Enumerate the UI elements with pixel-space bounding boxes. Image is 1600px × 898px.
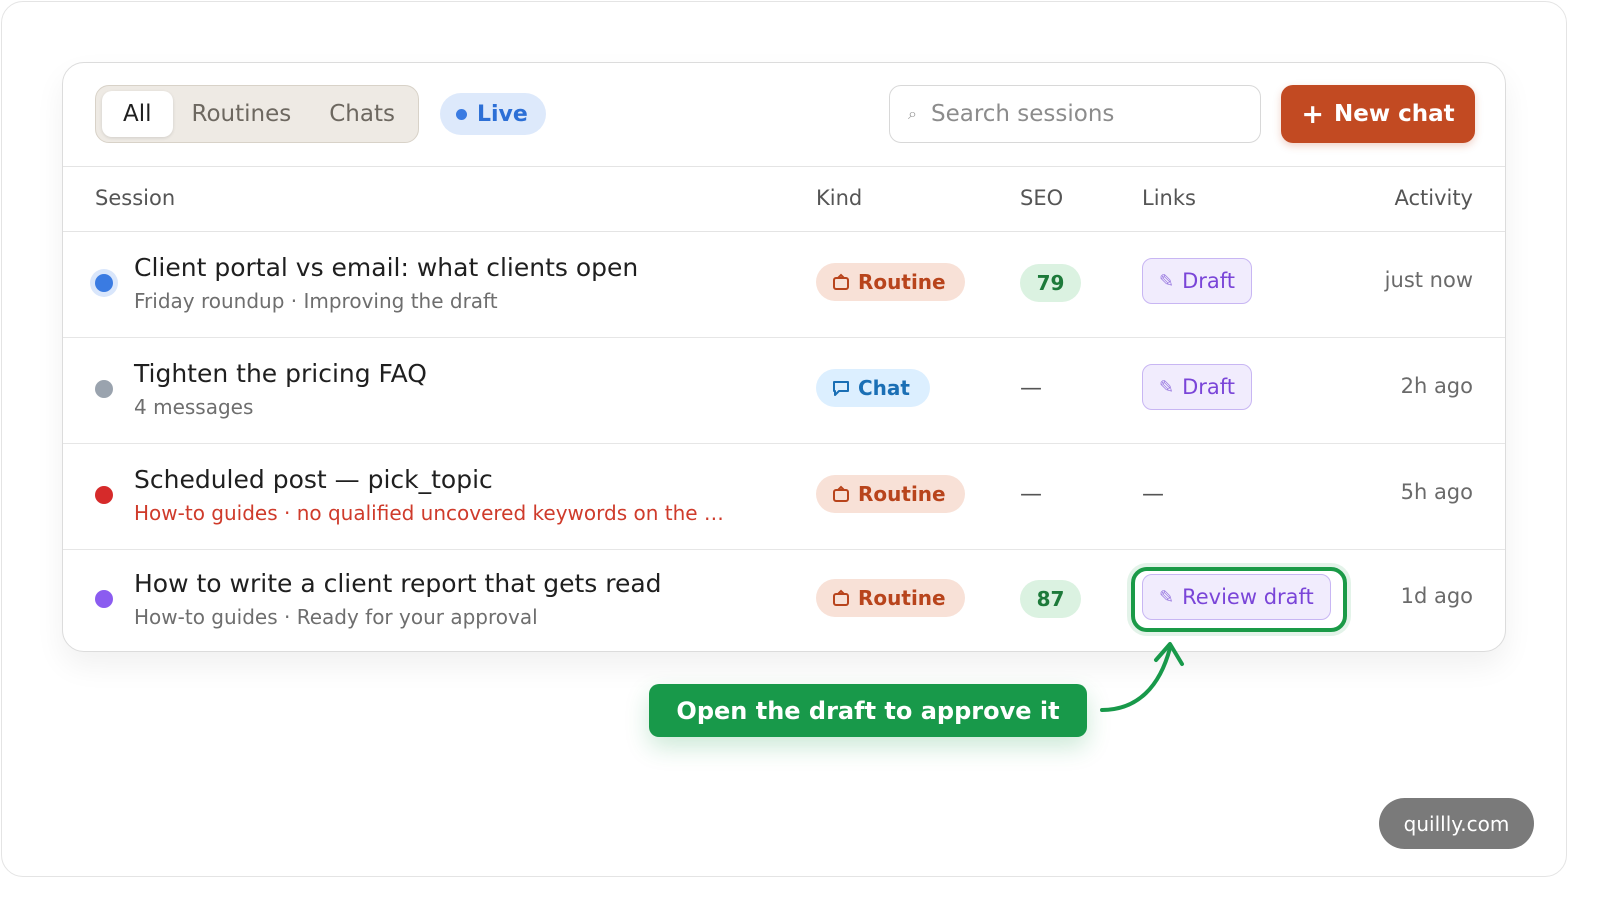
column-header-kind[interactable]: Kind bbox=[816, 186, 862, 210]
status-dot bbox=[95, 590, 113, 608]
callout-arrow-icon bbox=[1100, 642, 1184, 712]
routine-icon bbox=[833, 589, 849, 606]
chat-bubble-icon bbox=[833, 381, 849, 396]
activity-time: just now bbox=[1384, 268, 1473, 292]
session-subtitle: 4 messages bbox=[134, 395, 254, 419]
pencil-icon: ✎ bbox=[1159, 376, 1175, 398]
pencil-icon: ✎ bbox=[1159, 270, 1175, 292]
activity-time: 5h ago bbox=[1400, 480, 1473, 504]
kind-label: Routine bbox=[858, 482, 946, 506]
session-subtitle: Friday roundup · Improving the draft bbox=[134, 289, 498, 313]
routine-icon bbox=[833, 273, 849, 290]
seo-score-badge: 79 bbox=[1020, 264, 1081, 302]
session-title: Tighten the pricing FAQ bbox=[134, 359, 427, 388]
search-icon: ⌕ bbox=[908, 104, 917, 123]
table-row[interactable]: How to write a client report that gets r… bbox=[63, 548, 1505, 651]
kind-badge: Routine bbox=[816, 579, 965, 617]
session-title: Client portal vs email: what clients ope… bbox=[134, 253, 639, 282]
filter-segmented-control: All Routines Chats bbox=[95, 85, 419, 143]
link-label: Draft bbox=[1182, 269, 1236, 293]
column-header-links[interactable]: Links bbox=[1142, 186, 1196, 210]
column-header-activity[interactable]: Activity bbox=[1394, 186, 1473, 210]
status-dot bbox=[95, 274, 113, 292]
live-dot-icon bbox=[456, 108, 467, 120]
kind-badge: Routine bbox=[816, 475, 965, 513]
kind-label: Routine bbox=[858, 586, 946, 610]
link-label: Review draft bbox=[1182, 585, 1314, 609]
table-header: Session Kind SEO Links Activity bbox=[63, 167, 1505, 232]
toolbar: All Routines Chats Live ⌕ + New chat bbox=[63, 63, 1505, 167]
filter-tab-all[interactable]: All bbox=[102, 91, 173, 137]
seo-score-empty: — bbox=[1020, 482, 1042, 507]
watermark: quillly.com bbox=[1379, 798, 1534, 849]
table-row[interactable]: Tighten the pricing FAQ 4 messages Chat … bbox=[63, 338, 1505, 444]
status-dot bbox=[95, 380, 113, 398]
filter-tab-routines[interactable]: Routines bbox=[173, 91, 311, 137]
column-header-session[interactable]: Session bbox=[95, 186, 175, 210]
link-empty: — bbox=[1142, 482, 1164, 507]
kind-label: Routine bbox=[858, 270, 946, 294]
session-title: How to write a client report that gets r… bbox=[134, 569, 662, 598]
plus-icon: + bbox=[1301, 98, 1324, 130]
live-toggle[interactable]: Live bbox=[440, 93, 546, 135]
new-chat-label: New chat bbox=[1333, 101, 1455, 127]
session-error-subtitle: How-to guides · no qualified uncovered k… bbox=[134, 501, 724, 525]
sessions-panel: All Routines Chats Live ⌕ + New chat Ses… bbox=[62, 62, 1506, 652]
kind-badge: Routine bbox=[816, 263, 965, 301]
pencil-icon: ✎ bbox=[1159, 586, 1175, 608]
seo-score-empty: — bbox=[1020, 376, 1042, 401]
session-subtitle: How-to guides · Ready for your approval bbox=[134, 605, 538, 629]
new-chat-button[interactable]: + New chat bbox=[1281, 85, 1475, 143]
review-draft-link[interactable]: ✎ Review draft bbox=[1142, 574, 1331, 620]
session-title: Scheduled post — pick_topic bbox=[134, 465, 493, 494]
activity-time: 2h ago bbox=[1400, 374, 1473, 398]
search-input[interactable] bbox=[930, 101, 1231, 127]
table-row[interactable]: Scheduled post — pick_topic How-to guide… bbox=[63, 444, 1505, 550]
seo-score-badge: 87 bbox=[1020, 580, 1081, 618]
activity-time: 1d ago bbox=[1400, 584, 1473, 608]
filter-tab-chats[interactable]: Chats bbox=[310, 91, 414, 137]
draft-link[interactable]: ✎ Draft bbox=[1142, 258, 1253, 304]
table-row[interactable]: Client portal vs email: what clients ope… bbox=[63, 232, 1505, 338]
kind-badge: Chat bbox=[816, 369, 930, 407]
link-label: Draft bbox=[1182, 375, 1236, 399]
draft-link[interactable]: ✎ Draft bbox=[1142, 364, 1253, 410]
callout-tooltip: Open the draft to approve it bbox=[649, 684, 1087, 737]
status-dot bbox=[95, 486, 113, 504]
column-header-seo[interactable]: SEO bbox=[1020, 186, 1063, 210]
live-label: Live bbox=[477, 101, 528, 127]
search-box[interactable]: ⌕ bbox=[889, 85, 1261, 143]
kind-label: Chat bbox=[858, 376, 910, 400]
routine-icon bbox=[833, 485, 849, 502]
